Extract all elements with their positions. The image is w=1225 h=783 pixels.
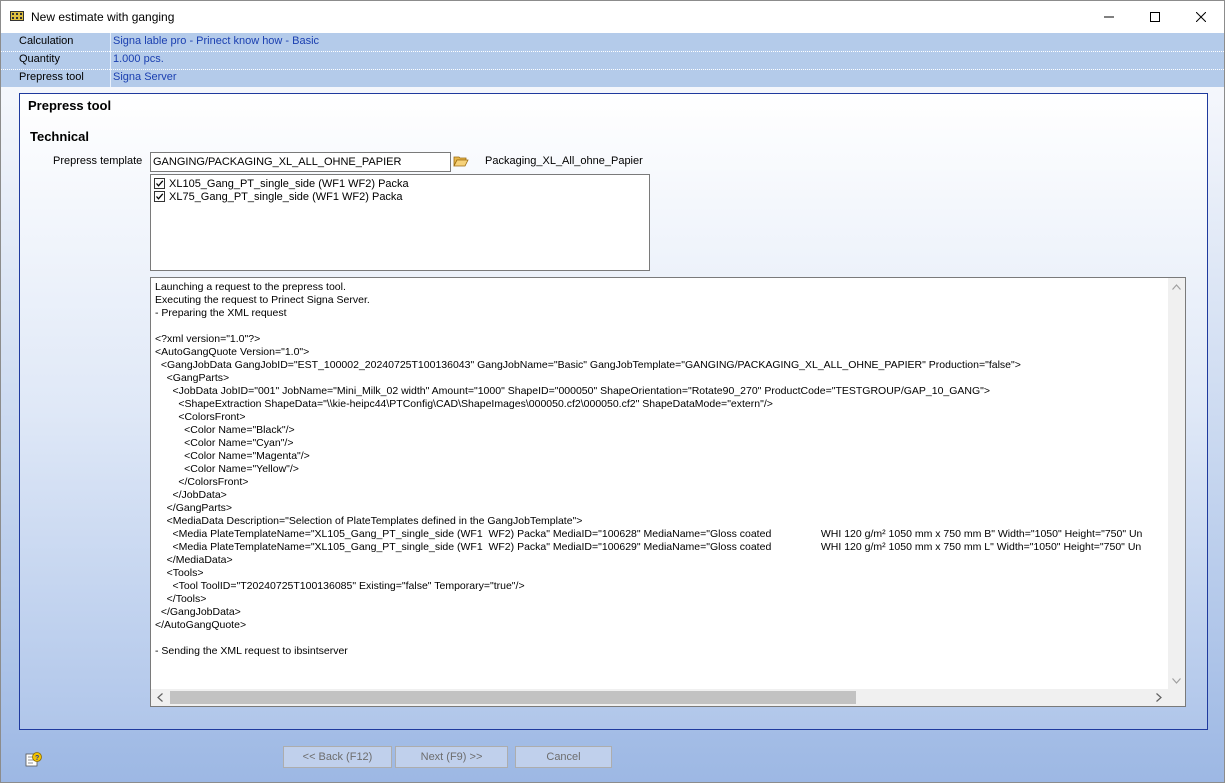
- info-row-quantity: Quantity 1.000 pcs.: [1, 51, 1224, 70]
- scroll-left-icon[interactable]: [157, 693, 163, 702]
- info-label: Prepress tool: [19, 71, 84, 83]
- info-value: Signa Server: [113, 71, 177, 83]
- plate-template-item[interactable]: XL105_Gang_PT_single_side (WF1 WF2) Pack…: [154, 177, 409, 190]
- close-button[interactable]: [1178, 1, 1224, 32]
- info-row-calculation: Calculation Signa lable pro - Prinect kn…: [1, 33, 1224, 52]
- plate-template-list: XL105_Gang_PT_single_side (WF1 WF2) Pack…: [150, 174, 650, 271]
- prepress-template-input[interactable]: [150, 152, 451, 172]
- checkbox[interactable]: [154, 178, 165, 189]
- help-icon[interactable]: ?: [25, 751, 43, 767]
- horizontal-scroll-thumb[interactable]: [170, 691, 856, 704]
- section-heading: Technical: [30, 129, 90, 144]
- minimize-button[interactable]: [1086, 1, 1132, 32]
- request-log-text: Launching a request to the prepress tool…: [155, 281, 1143, 657]
- scroll-right-icon[interactable]: [1156, 693, 1162, 702]
- scrollbar-corner: [1168, 689, 1185, 706]
- horizontal-scrollbar[interactable]: [151, 689, 1168, 706]
- plate-template-label: XL75_Gang_PT_single_side (WF1 WF2) Packa: [169, 190, 403, 203]
- dialog-window: New estimate with ganging Calculation Si…: [0, 0, 1225, 783]
- prepress-template-label: Prepress template: [53, 155, 143, 167]
- info-divider: [110, 69, 111, 87]
- plate-template-item[interactable]: XL75_Gang_PT_single_side (WF1 WF2) Packa: [154, 190, 403, 203]
- info-summary: Calculation Signa lable pro - Prinect kn…: [1, 33, 1224, 88]
- checkmark-icon: [156, 193, 164, 200]
- scroll-down-icon[interactable]: [1172, 678, 1181, 684]
- info-row-prepress-tool: Prepress tool Signa Server: [1, 69, 1224, 88]
- cancel-button[interactable]: Cancel: [515, 746, 612, 768]
- request-log[interactable]: Launching a request to the prepress tool…: [150, 277, 1186, 707]
- back-button[interactable]: << Back (F12): [283, 746, 392, 768]
- plate-template-label: XL105_Gang_PT_single_side (WF1 WF2) Pack…: [169, 177, 409, 190]
- title-bar: New estimate with ganging: [1, 1, 1224, 32]
- info-value: 1.000 pcs.: [113, 53, 164, 65]
- maximize-button[interactable]: [1132, 1, 1178, 32]
- template-display-name: Packaging_XL_All_ohne_Papier: [485, 155, 643, 167]
- folder-open-icon[interactable]: [453, 154, 469, 168]
- svg-text:?: ?: [35, 755, 39, 762]
- calculator-icon: [10, 11, 24, 21]
- checkmark-icon: [156, 180, 164, 187]
- info-divider: [110, 33, 111, 51]
- info-label: Calculation: [19, 35, 74, 47]
- maximize-icon: [1150, 11, 1160, 22]
- scroll-up-icon[interactable]: [1172, 284, 1181, 290]
- info-label: Quantity: [19, 53, 60, 65]
- minimize-icon: [1104, 16, 1114, 17]
- info-value: Signa lable pro - Prinect know how - Bas…: [113, 35, 320, 47]
- checkbox[interactable]: [154, 191, 165, 202]
- prepress-tool-panel: Prepress tool Technical Prepress templat…: [19, 93, 1208, 730]
- window-title: New estimate with ganging: [31, 10, 175, 24]
- next-button[interactable]: Next (F9) >>: [395, 746, 508, 768]
- info-divider: [110, 51, 111, 69]
- vertical-scrollbar[interactable]: [1168, 278, 1185, 689]
- close-icon: [1196, 11, 1206, 22]
- panel-heading: Prepress tool: [28, 98, 112, 113]
